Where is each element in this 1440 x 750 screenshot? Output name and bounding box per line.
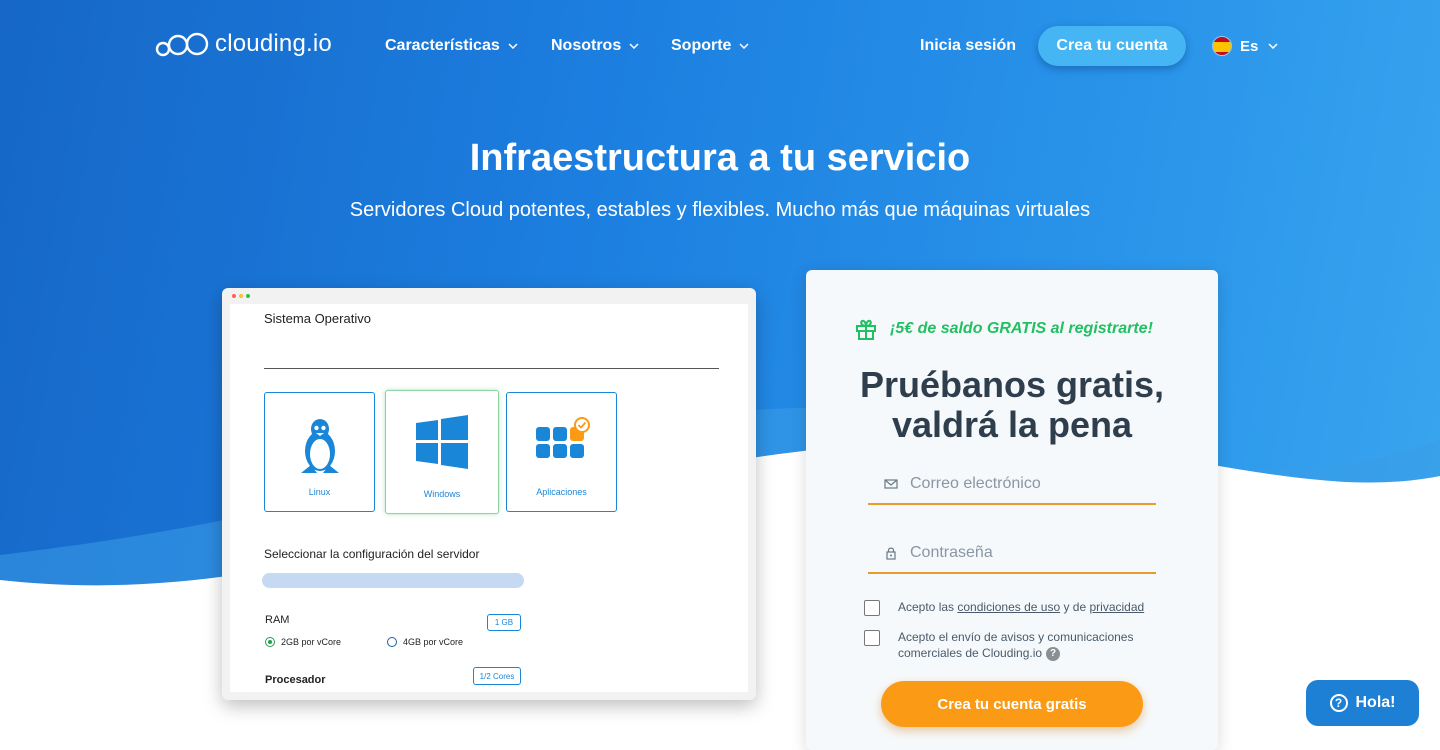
radio-unselected (387, 637, 397, 647)
chevron-down-icon (629, 43, 639, 49)
signup-title: Pruébanos gratis, valdrá la pena (806, 365, 1218, 445)
os-card-label: Linux (308, 487, 331, 497)
minimize-dot (239, 294, 243, 298)
terms-text: Acepto las condiciones de uso y de priva… (898, 599, 1144, 615)
ram-option-4gb: 4GB por vCore (387, 637, 463, 647)
password-field[interactable] (868, 534, 1156, 574)
os-card-windows: Windows (385, 390, 499, 514)
server-config-mockup: Sistema Operativo Linux Windows Aplicaci… (222, 288, 756, 700)
linux-penguin-icon (300, 419, 339, 473)
chat-label: Hola! (1355, 694, 1396, 711)
nav-label: Nosotros (551, 37, 622, 54)
comms-text: Acepto el envío de avisos y comunicacion… (898, 629, 1133, 661)
terms-link-conditions[interactable]: condiciones de uso (957, 600, 1060, 614)
ram-value-badge: 1 GB (487, 614, 521, 631)
chevron-down-icon (508, 43, 518, 49)
hero-subtitle: Servidores Cloud potentes, estables y fl… (349, 199, 1091, 221)
nav-label: Soporte (671, 37, 732, 54)
windows-logo-icon (416, 415, 468, 469)
gift-icon (856, 319, 876, 340)
radio-label: 2GB por vCore (281, 637, 342, 647)
envelope-icon (884, 479, 898, 489)
email-input[interactable] (908, 474, 1142, 494)
terms-mid: y de (1060, 600, 1090, 614)
language-label: Es (1240, 37, 1259, 55)
processor-value-badge: 1/2 Cores (473, 667, 521, 685)
comms-line2: comerciales de Clouding.io (898, 646, 1043, 660)
login-link[interactable]: Inicia sesión (920, 37, 1016, 55)
processor-label: Procesador (265, 674, 326, 686)
chevron-down-icon (1268, 43, 1278, 49)
nav-soporte[interactable]: Soporte (671, 37, 749, 55)
terms-checkbox[interactable] (864, 600, 880, 616)
language-selector[interactable]: Es (1212, 36, 1278, 56)
promo-text: ¡5€ de saldo GRATIS al registrarte! (890, 320, 1153, 337)
os-card-linux: Linux (264, 392, 375, 512)
os-card-label: Windows (423, 489, 461, 499)
close-dot (232, 294, 236, 298)
mockup-content: Sistema Operativo Linux Windows Aplicaci… (230, 304, 748, 692)
comms-checkbox-row: Acepto el envío de avisos y comunicacion… (864, 629, 1133, 661)
terms-prefix: Acepto las (898, 600, 958, 614)
chevron-down-icon (739, 43, 749, 49)
nav-caracteristicas[interactable]: Características (385, 37, 518, 55)
maximize-dot (246, 294, 250, 298)
comms-checkbox[interactable] (864, 630, 880, 646)
cloud-circles-icon (155, 32, 209, 57)
os-card-aplicaciones: Aplicaciones (506, 392, 617, 512)
create-account-button[interactable]: Crea tu cuenta gratis (881, 681, 1143, 727)
terms-link-privacy[interactable]: privacidad (1089, 600, 1144, 614)
logo-text: clouding.io (215, 30, 332, 57)
email-field[interactable] (868, 465, 1156, 505)
os-card-label: Aplicaciones (536, 487, 587, 497)
question-circle-icon: ? (1329, 694, 1348, 712)
divider (264, 368, 719, 369)
lock-icon (886, 547, 896, 560)
terms-checkbox-row: Acepto las condiciones de uso y de priva… (864, 599, 1144, 616)
logo[interactable]: clouding.io (155, 30, 332, 58)
ram-label: RAM (265, 614, 290, 626)
hero-title: Infraestructura a tu servicio (469, 137, 971, 179)
config-slider (262, 573, 524, 588)
comms-line1: Acepto el envío de avisos y comunicacion… (898, 630, 1134, 644)
password-input[interactable] (908, 543, 1142, 563)
chat-button[interactable]: ? Hola! (1306, 680, 1419, 726)
signup-button[interactable]: Crea tu cuenta (1038, 26, 1186, 66)
ram-option-2gb: 2GB por vCore (265, 637, 341, 647)
signup-card: ¡5€ de saldo GRATIS al registrarte! Prué… (806, 270, 1218, 750)
signup-title-line2: valdrá la pena (891, 404, 1133, 445)
radio-selected (265, 637, 275, 647)
promo-banner: ¡5€ de saldo GRATIS al registrarte! (854, 317, 1153, 341)
help-icon[interactable]: ? (1046, 646, 1061, 661)
os-label: Sistema Operativo (264, 311, 371, 326)
signup-title-line1: Pruébanos gratis, (859, 364, 1165, 405)
radio-label: 4GB por vCore (403, 637, 464, 647)
config-label: Seleccionar la configuración del servido… (264, 547, 480, 561)
apps-grid-icon (535, 417, 590, 458)
window-controls (232, 294, 250, 298)
nav-nosotros[interactable]: Nosotros (551, 37, 639, 55)
nav-label: Características (385, 37, 500, 54)
spain-flag-icon (1212, 36, 1232, 56)
